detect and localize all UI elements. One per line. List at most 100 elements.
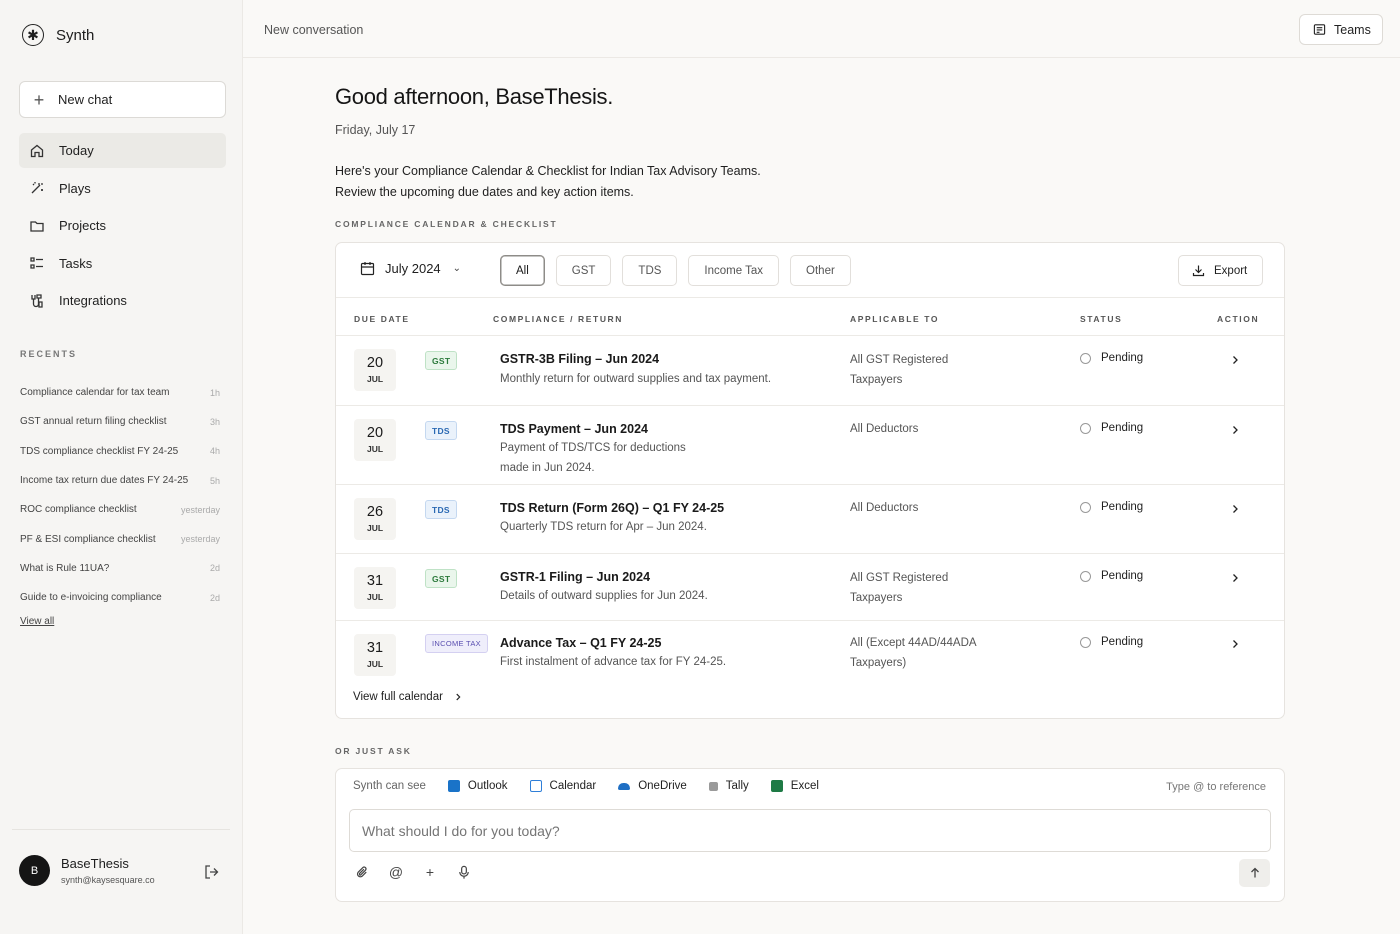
recent-item[interactable]: Income tax return due dates FY 24-25 5h <box>20 466 220 495</box>
table-row[interactable]: 31 JUL GST GSTR-1 Filing – Jun 2024 Deta… <box>336 554 1284 621</box>
table-row[interactable]: 31 JUL INCOME TAX Advance Tax – Q1 FY 24… <box>336 621 1284 683</box>
sidebar-item-projects[interactable]: Projects <box>19 208 226 243</box>
export-label: Export <box>1214 264 1248 277</box>
calendar-icon <box>360 262 375 276</box>
column-header: APPLICABLE TO <box>850 314 940 324</box>
recent-item[interactable]: Compliance calendar for tax team 1h <box>20 378 220 407</box>
due-date: 31 JUL <box>354 567 396 609</box>
brand[interactable]: ✱ Synth <box>22 24 94 46</box>
column-header: STATUS <box>1080 314 1123 324</box>
recent-item[interactable]: TDS compliance checklist FY 24-25 4h <box>20 437 220 466</box>
recent-item[interactable]: What is Rule 11UA? 2d <box>20 554 220 583</box>
table-row[interactable]: 20 JUL GST GSTR-3B Filing – Jun 2024 Mon… <box>336 336 1284 406</box>
status: Pending <box>1080 570 1143 582</box>
new-chat-button[interactable]: + New chat <box>19 81 226 118</box>
recent-time: 2d <box>209 563 220 574</box>
status: Pending <box>1080 352 1143 364</box>
status-label: Pending <box>1101 352 1144 364</box>
filter-income-tax[interactable]: Income Tax <box>688 255 780 286</box>
at-mention-icon[interactable]: @ <box>388 864 404 880</box>
due-day: 31 <box>366 640 384 656</box>
export-button[interactable]: Export <box>1178 255 1263 286</box>
status-circle-icon <box>1080 636 1091 648</box>
status-circle-icon <box>1080 570 1091 582</box>
sidebar-item-today[interactable]: Today <box>19 133 226 168</box>
microphone-icon[interactable] <box>456 864 472 880</box>
source-outlook[interactable]: Outlook <box>447 780 508 792</box>
download-icon <box>1192 265 1205 277</box>
compliance-description: Quarterly TDS return for Apr – Jun 2024. <box>500 521 707 533</box>
onedrive-cloud-icon <box>618 782 631 790</box>
table-row[interactable]: 26 JUL TDS TDS Return (Form 26Q) – Q1 FY… <box>336 485 1284 554</box>
source-calendar[interactable]: Calendar <box>529 780 596 792</box>
recent-time: 3h <box>209 416 220 427</box>
recent-time: 1h <box>209 387 220 398</box>
sidebar-item-tasks[interactable]: Tasks <box>19 246 226 281</box>
recent-item[interactable]: Guide to e-invoicing compliance 2d <box>20 583 220 612</box>
recent-item[interactable]: PF & ESI compliance checklist yesterday <box>20 524 220 553</box>
filter-all[interactable]: All <box>500 255 545 286</box>
chevron-right-icon[interactable] <box>1229 354 1241 366</box>
column-header: COMPLIANCE / RETURN <box>493 314 624 324</box>
recent-item[interactable]: GST annual return filing checklist 3h <box>20 407 220 436</box>
chevron-right-icon[interactable] <box>1229 572 1241 584</box>
chevron-right-icon <box>456 693 461 701</box>
chevron-right-icon[interactable] <box>1229 638 1241 650</box>
teams-button[interactable]: Teams <box>1299 14 1383 45</box>
view-full-calendar-link[interactable]: View full calendar <box>353 691 463 703</box>
chevron-right-icon[interactable] <box>1229 503 1241 515</box>
view-all-link[interactable]: View all <box>20 616 54 627</box>
teams-icon <box>1313 24 1326 35</box>
filter-other[interactable]: Other <box>790 255 851 286</box>
divider <box>12 829 230 830</box>
source-onedrive[interactable]: OneDrive <box>618 780 687 792</box>
filter-tds[interactable]: TDS <box>622 255 678 286</box>
category-badge: TDS <box>425 421 457 440</box>
filter-gst[interactable]: GST <box>555 255 612 286</box>
sidebar-item-integrations[interactable]: Integrations <box>19 283 226 318</box>
integrations-icon <box>31 293 43 308</box>
recent-item[interactable]: ROC compliance checklist yesterday <box>20 495 220 524</box>
conversation-title: New conversation <box>264 23 364 37</box>
plus-icon: + <box>33 89 45 110</box>
due-date: 31 JUL <box>354 634 396 676</box>
chevron-right-icon[interactable] <box>1229 424 1241 436</box>
due-month: JUL <box>366 374 384 384</box>
recent-title: Guide to e-invoicing compliance <box>20 592 162 604</box>
due-day: 20 <box>366 355 384 371</box>
send-button[interactable] <box>1239 859 1270 887</box>
paperclip-icon[interactable] <box>354 864 370 880</box>
user-email: synth@kaysesquare.co <box>61 875 155 885</box>
status: Pending <box>1080 636 1143 648</box>
due-day: 26 <box>366 504 384 520</box>
source-tally[interactable]: Tally <box>708 780 749 792</box>
applicable-to: All Deductors <box>850 502 919 514</box>
due-day: 31 <box>366 573 384 589</box>
recent-time: 5h <box>209 475 220 486</box>
applicable-to: All GST Registered Taxpayers <box>850 572 949 604</box>
logout-icon[interactable] <box>203 863 221 881</box>
intro-line: Here's your Compliance Calendar & Checkl… <box>335 164 761 178</box>
top-bar: New conversation Teams <box>243 0 1400 58</box>
user-profile[interactable]: B BaseThesis synth@kaysesquare.co <box>19 855 155 886</box>
sidebar-item-label: Today <box>59 143 94 158</box>
status-label: Pending <box>1101 501 1144 513</box>
recent-time: 4h <box>209 446 220 457</box>
ask-toolbar: @ + <box>354 864 472 880</box>
filter-chips: All GST TDS Income Tax Other <box>500 255 851 286</box>
due-month: JUL <box>366 592 384 602</box>
sidebar-item-plays[interactable]: Plays <box>19 171 226 206</box>
plus-icon[interactable]: + <box>422 864 438 880</box>
table-row[interactable]: 20 JUL TDS TDS Payment – Jun 2024 Paymen… <box>336 406 1284 485</box>
month-selector[interactable]: July 2024 ⌄ <box>360 261 461 276</box>
ask-input[interactable] <box>349 809 1271 852</box>
intro-line: Review the upcoming due dates and key ac… <box>335 185 634 199</box>
month-label: July 2024 <box>385 261 441 276</box>
status-label: Pending <box>1101 422 1144 434</box>
source-excel[interactable]: Excel <box>770 780 819 792</box>
table-header: DUE DATE COMPLIANCE / RETURN APPLICABLE … <box>336 298 1284 336</box>
new-chat-label: New chat <box>58 92 113 107</box>
due-date: 26 JUL <box>354 498 396 540</box>
user-name: BaseThesis <box>61 856 129 871</box>
recent-title: Income tax return due dates FY 24-25 <box>20 475 189 487</box>
